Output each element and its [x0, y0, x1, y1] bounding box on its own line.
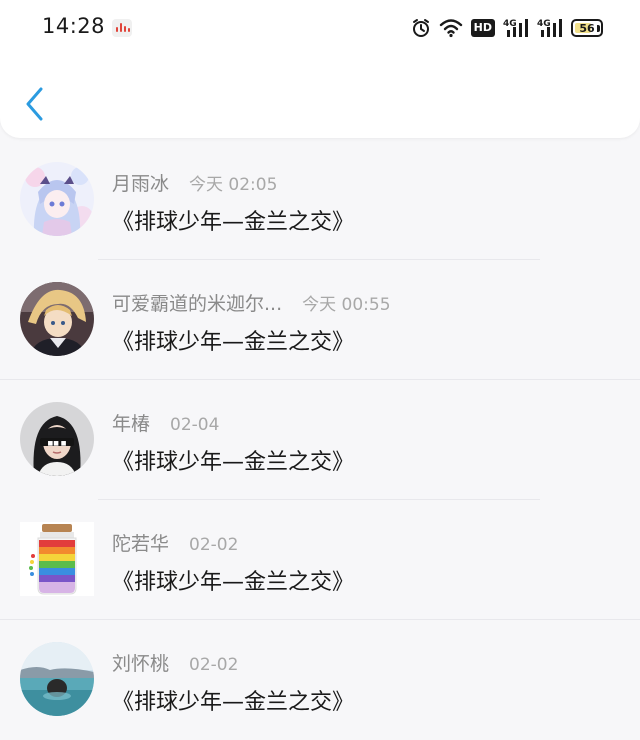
signal-4g-icon-1: 4G	[503, 19, 528, 37]
message-time: 今天 02:05	[189, 175, 278, 195]
sender-name: 陀若华	[112, 533, 170, 555]
message-time: 今天 00:55	[302, 295, 391, 315]
message-list: 月雨冰 今天 02:05 《排球少年—金兰之交》 可爱霸道的米迦尔... 今天 00…	[0, 140, 640, 740]
list-item[interactable]: 可爱霸道的米迦尔... 今天 00:55 《排球少年—金兰之交》	[0, 260, 640, 380]
sender-name: 年椿	[112, 413, 151, 435]
message-time: 02-02	[189, 535, 239, 555]
sender-name: 刘怀桃	[112, 653, 170, 675]
status-icons: HD 4G 4G 56	[411, 15, 603, 41]
svg-text:■■ ■: ■■ ■	[48, 440, 67, 447]
list-item[interactable]: 陀若华 02-02 《排球少年—金兰之交》	[0, 500, 640, 620]
message-text: 《排球少年—金兰之交》	[112, 690, 355, 715]
message-text: 《排球少年—金兰之交》	[112, 330, 355, 355]
sender-name: 月雨冰	[112, 173, 170, 195]
message-time: 02-02	[189, 655, 239, 675]
list-item[interactable]: 月雨冰 今天 02:05 《排球少年—金兰之交》	[0, 140, 640, 260]
list-item[interactable]: 刘怀桃 02-02 《排球少年—金兰之交》	[0, 620, 640, 740]
chevron-left-icon	[26, 87, 43, 121]
battery-icon: 56	[571, 19, 603, 37]
avatar[interactable]	[20, 282, 94, 356]
status-bar: 14:28 HD 4G 4G 56	[0, 0, 640, 56]
avatar[interactable]	[20, 522, 94, 596]
wifi-icon	[439, 19, 462, 38]
list-item[interactable]: ■■ ■ 年椿 02-04 《排球少年—金兰之交》	[0, 380, 640, 500]
top-header: 14:28 HD 4G 4G 56	[0, 0, 640, 138]
message-time: 02-04	[170, 415, 220, 435]
hd-icon: HD	[470, 19, 495, 37]
message-text: 《排球少年—金兰之交》	[112, 570, 355, 595]
battery-level: 56	[579, 21, 595, 35]
status-time: 14:28	[42, 14, 106, 38]
recording-icon	[112, 19, 132, 37]
message-text: 《排球少年—金兰之交》	[112, 450, 355, 475]
sender-name: 可爱霸道的米迦尔...	[112, 293, 283, 315]
avatar[interactable]: ■■ ■	[20, 402, 94, 476]
signal-4g-icon-2: 4G	[537, 19, 562, 37]
alarm-icon	[412, 19, 429, 37]
message-text: 《排球少年—金兰之交》	[112, 210, 355, 235]
avatar[interactable]	[20, 162, 94, 236]
back-button[interactable]	[18, 82, 52, 126]
avatar[interactable]	[20, 642, 94, 716]
